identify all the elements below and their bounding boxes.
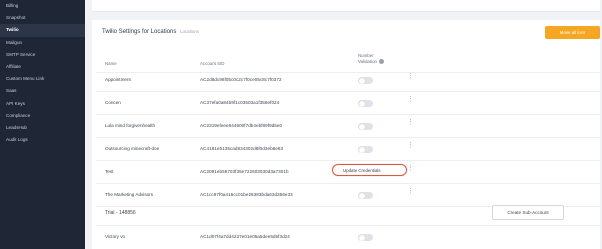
sidebar-item-smtp-service[interactable]: SMTP Service bbox=[0, 49, 85, 61]
more-options-icon[interactable]: ⋮ bbox=[407, 119, 414, 126]
table-row: Outsourcing minecraft-doe AC4181e5135cad… bbox=[92, 138, 600, 161]
table-row: The Marketing Advisors AC1cc97f0a415cc01… bbox=[92, 184, 600, 207]
more-options-icon[interactable]: ⋮ bbox=[407, 73, 414, 80]
toggle-knob bbox=[358, 234, 365, 241]
move-all-locs-button[interactable]: Move all locs bbox=[545, 26, 600, 39]
main-content: Twilio Settings for Locations Locations … bbox=[85, 0, 602, 249]
location-name: Victory vo bbox=[105, 234, 126, 239]
location-name: Outsourcing minecraft-doe bbox=[105, 146, 160, 151]
account-sid: AC1cc97f0a415cc01be26383bda63d356e33 bbox=[200, 192, 293, 197]
sidebar-item-affiliate[interactable]: Affiliate bbox=[0, 61, 85, 73]
toggle-knob bbox=[358, 100, 365, 107]
account-sid: AC2d8dc96f05c0c2c7f0ce05c8c7f0372 bbox=[200, 77, 282, 82]
column-header-number-validation: Number Validation bbox=[358, 53, 388, 64]
sidebar-item-saas[interactable]: Saas bbox=[0, 85, 85, 97]
toggle-knob bbox=[358, 146, 365, 153]
account-sid: AC2319efeee644600f7db4ebf89f9d5e0 bbox=[200, 123, 283, 128]
card-title-text: Twilio Settings for Locations bbox=[102, 29, 177, 35]
location-name: Test bbox=[105, 169, 114, 174]
create-sub-account-button[interactable]: Create Sub-Account bbox=[492, 205, 564, 220]
number-validation-toggle[interactable] bbox=[358, 146, 373, 153]
account-sid: AC2091eb56703f35e722503030d3a7301b bbox=[200, 169, 289, 174]
twilio-settings-card: Twilio Settings for Locations Locations … bbox=[92, 20, 600, 249]
top-panel bbox=[92, 0, 600, 12]
toggle-knob bbox=[358, 77, 365, 84]
app-window: Billing Snapshot Twilio Mailgun SMTP Ser… bbox=[0, 0, 602, 249]
account-sid: AC37efa0a84b9f1c03503a1f358ef024 bbox=[200, 100, 280, 105]
more-options-icon[interactable]: ⋮ bbox=[407, 165, 414, 172]
account-sid: AC1d07f4a7dd4237e01e05a5dee5d5f3d24 bbox=[200, 234, 290, 239]
info-icon[interactable] bbox=[379, 58, 385, 64]
number-validation-toggle[interactable] bbox=[358, 234, 373, 241]
table-row: Concen AC37efa0a84b9f1c03503a1f358ef024 … bbox=[92, 92, 600, 115]
sidebar-item-billing[interactable]: Billing bbox=[0, 0, 85, 12]
number-validation-toggle[interactable] bbox=[358, 100, 373, 107]
more-options-icon[interactable]: ⋮ bbox=[407, 96, 414, 103]
column-header-account-sid: Account SID bbox=[200, 61, 225, 66]
account-sid: AC4181e5135cad834302d8f0d3eb8e83 bbox=[200, 146, 284, 151]
table-row: Victory vo AC1d07f4a7dd4237e01e05a5dee5d… bbox=[92, 226, 600, 249]
sidebar-item-compliance[interactable]: Compliance bbox=[0, 110, 85, 122]
column-header-name: Name bbox=[105, 61, 117, 66]
card-subtitle: Locations bbox=[180, 29, 199, 34]
sidebar-item-snapshot[interactable]: Snapshot bbox=[0, 12, 85, 24]
more-options-icon[interactable]: ⋮ bbox=[407, 142, 414, 149]
sidebar-item-leadshub[interactable]: LeadsHub bbox=[0, 122, 85, 134]
number-validation-label: Number Validation bbox=[358, 53, 377, 64]
table-row: Lula mind forgivenhealth AC2319efeee6446… bbox=[92, 115, 600, 138]
table-row: Appointment AC2d8dc96f05c0c2c7f0ce05c8c7… bbox=[92, 69, 600, 92]
page-title: Twilio Settings for Locations Locations bbox=[102, 29, 199, 35]
sidebar-item-custom-menu-link[interactable]: Custom Menu Link bbox=[0, 73, 85, 85]
update-credentials-menu-item[interactable]: Update Credentials bbox=[343, 168, 381, 173]
number-validation-toggle[interactable] bbox=[358, 77, 373, 84]
location-name: Lula mind forgivenhealth bbox=[105, 123, 156, 128]
sidebar-item-twilio[interactable]: Twilio bbox=[0, 24, 85, 37]
number-validation-toggle[interactable] bbox=[358, 123, 373, 130]
sidebar-item-api-keys[interactable]: API Keys bbox=[0, 98, 85, 110]
location-name: The Marketing Advisors bbox=[105, 192, 153, 197]
sidebar-item-mailgun[interactable]: Mailgun bbox=[0, 37, 85, 49]
location-name: Concen bbox=[105, 100, 121, 105]
sidebar-item-audit-logs[interactable]: Audit Logs bbox=[0, 134, 85, 146]
number-validation-toggle[interactable] bbox=[358, 192, 373, 199]
row-actions-menu: Update Credentials bbox=[332, 164, 407, 176]
toggle-knob bbox=[358, 192, 365, 199]
trial-label: Trial - 148856 bbox=[105, 210, 136, 216]
location-name: Appointment bbox=[105, 77, 131, 82]
sidebar: Billing Snapshot Twilio Mailgun SMTP Ser… bbox=[0, 0, 85, 249]
more-options-icon[interactable]: ⋮ bbox=[407, 188, 414, 195]
toggle-knob bbox=[358, 123, 365, 130]
